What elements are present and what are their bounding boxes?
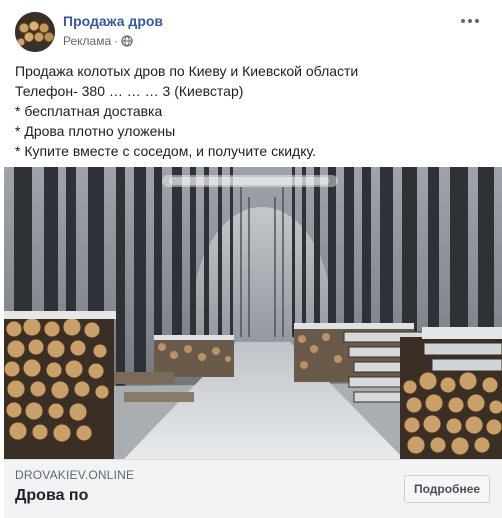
learn-more-button[interactable]: Подробнее (404, 475, 490, 503)
link-domain: DROVAKIEV.ONLINE (15, 468, 135, 482)
globe-icon[interactable] (121, 35, 133, 47)
forest-road-image (4, 167, 502, 459)
post-text: Продажа колотых дров по Киеву и Киевской… (15, 61, 485, 161)
page-avatar[interactable] (15, 12, 55, 52)
post-meta: Реклама · (63, 34, 133, 48)
ad-image[interactable] (4, 167, 502, 459)
meta-separator: · (114, 34, 119, 48)
firewood-logs-avatar (15, 12, 55, 52)
blurred-watermark (162, 175, 338, 187)
more-options-icon[interactable] (456, 10, 484, 32)
post-text-line: * Купите вместе с соседом, и получите ск… (15, 143, 316, 159)
post-text-line: * Дрова плотно уложены (15, 123, 176, 139)
sponsored-post: Продажа дров Реклама · Продажа колотых д… (0, 0, 502, 518)
post-text-line: Телефон- 380 … … … 3 (Киевстар) (15, 83, 244, 99)
sponsored-label[interactable]: Реклама (63, 34, 111, 48)
post-text-line: Продажа колотых дров по Киеву и Киевской… (15, 63, 359, 79)
post-text-line: * бесплатная доставка (15, 103, 163, 119)
page-name-link[interactable]: Продажа дров (63, 13, 163, 29)
link-preview[interactable]: DROVAKIEV.ONLINE Дрова по Подробнее (4, 459, 502, 518)
link-title[interactable]: Дрова по (15, 487, 88, 505)
